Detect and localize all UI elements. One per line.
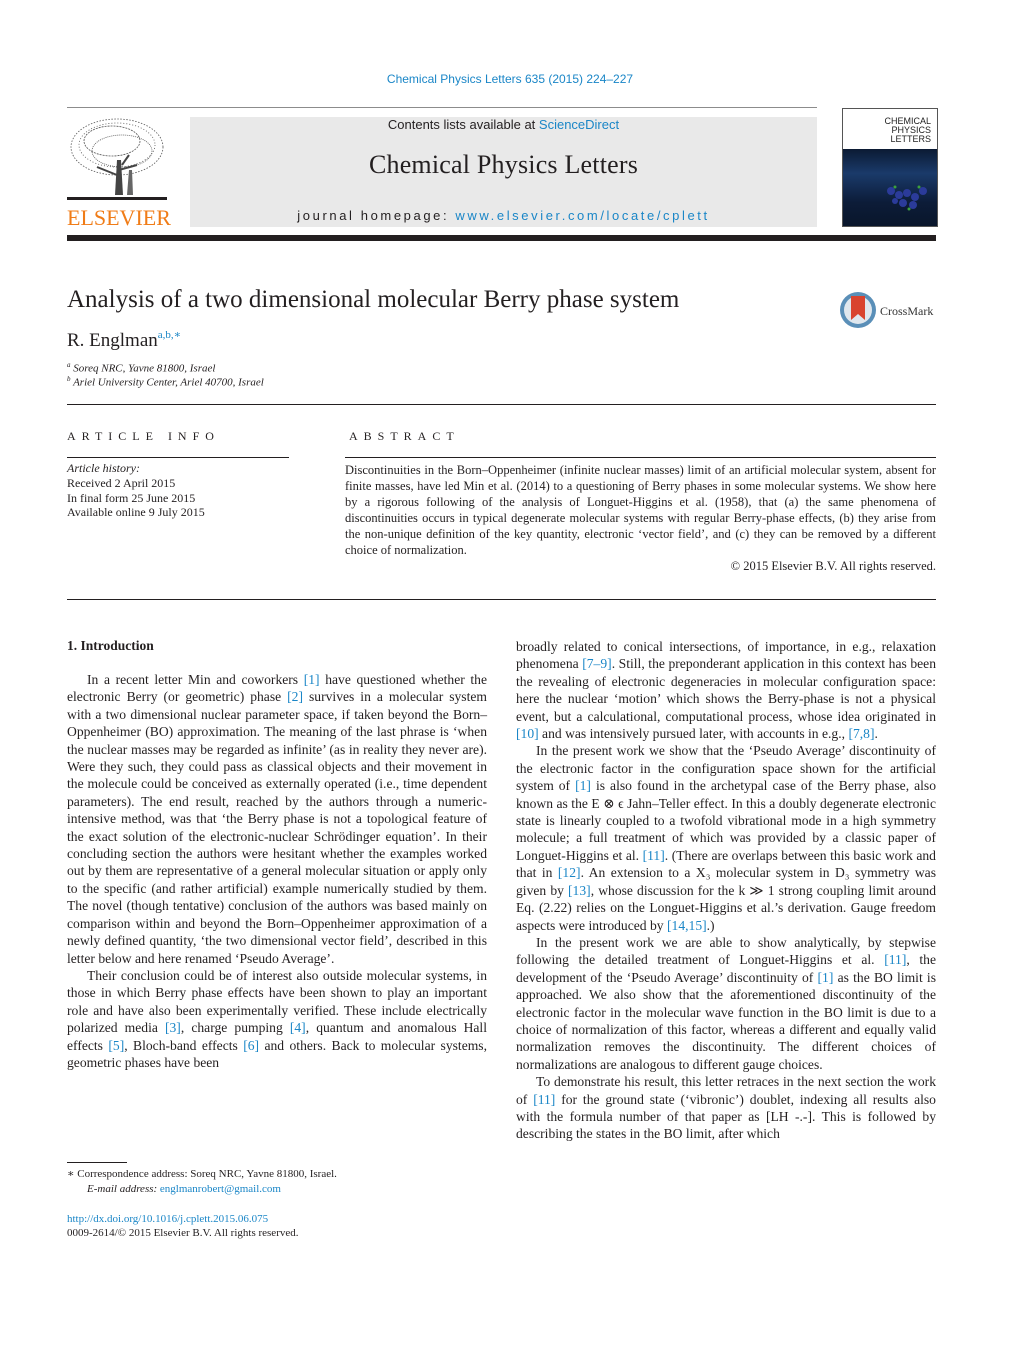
body-column-left: In a recent letter Min and coworkers [1]… (67, 671, 487, 1071)
citation-link[interactable]: [1] (818, 970, 834, 985)
affiliation-a: a Soreq NRC, Yavne 81800, Israel (67, 361, 216, 375)
received-date: Received 2 April 2015 (67, 475, 176, 490)
section-heading: 1. Introduction (67, 638, 154, 653)
journal-cover-image[interactable]: CHEMICAL PHYSICS LETTERS (842, 108, 938, 227)
paragraph-text: , Bloch-band effects (124, 1037, 244, 1053)
footnotes: ∗ Correspondence address: Soreq NRC, Yav… (67, 1167, 337, 1196)
divider (67, 599, 936, 600)
doi-block: http://dx.doi.org/10.1016/j.cplett.2015.… (67, 1212, 299, 1240)
journal-name: Chemical Physics Letters (368, 150, 639, 179)
doi-link[interactable]: http://dx.doi.org/10.1016/j.cplett.2015.… (67, 1212, 299, 1226)
citation-link[interactable]: [1] (575, 778, 591, 793)
citation-link[interactable]: [11] (884, 952, 906, 967)
journal-homepage: journal homepage: www.elsevier.com/locat… (190, 208, 817, 223)
citation-link[interactable]: [11] (533, 1092, 555, 1107)
cover-title: CHEMICAL PHYSICS LETTERS (884, 116, 931, 144)
tree-icon (67, 118, 167, 200)
citation-link[interactable]: [14,15] (667, 918, 707, 933)
citation-link[interactable]: [10] (516, 726, 539, 741)
paragraph-text: and was intensively pursued later, with … (538, 726, 849, 742)
contents-line: Contents lists available at ScienceDirec… (190, 117, 817, 132)
crossmark-icon: CrossMark (840, 292, 933, 328)
article-history: Article history: Received 2 April 2015 I… (67, 461, 205, 520)
article-info-heading: ARTICLE INFO (67, 429, 220, 443)
paragraph-text: .) (706, 917, 715, 933)
history-label: Article history: (67, 461, 140, 475)
citation-link[interactable]: [6] (243, 1038, 259, 1053)
author: R. Englman (67, 330, 158, 351)
citation-link[interactable]: [13] (568, 883, 591, 898)
crossmark-button[interactable]: CrossMark (838, 290, 938, 330)
paragraph: To demonstrate his result, this letter r… (516, 1073, 936, 1143)
sciencedirect-link[interactable]: ScienceDirect (539, 117, 619, 132)
paragraph-text: for the ground state (‘vibronic’) double… (516, 1091, 936, 1142)
citation-link[interactable]: [2] (287, 689, 303, 704)
homepage-link[interactable]: www.elsevier.com/locate/cplett (455, 208, 709, 223)
contents-prefix: Contents lists available at (387, 117, 539, 132)
paragraph-text: . (874, 726, 878, 742)
divider (67, 404, 936, 405)
paragraph-text: , charge pumping (180, 1020, 290, 1036)
paragraph: In the present work we are able to show … (516, 934, 936, 1073)
header-rule (67, 107, 817, 108)
correspondence-note: ∗ Correspondence address: Soreq NRC, Yav… (67, 1168, 337, 1180)
paragraph-text: In the present work we are able to show … (516, 934, 936, 968)
molecule-icon (887, 185, 927, 211)
body-column-right: broadly related to conical intersections… (516, 638, 936, 1143)
citation-link[interactable]: [12] (558, 865, 581, 880)
homepage-label: journal homepage: (297, 208, 456, 223)
crossmark-label: CrossMark (880, 304, 933, 318)
elsevier-wordmark: ELSEVIER (67, 205, 171, 230)
citation-link[interactable]: [7,8] (848, 726, 874, 741)
citation-link[interactable]: [7–9] (582, 656, 611, 671)
masthead-rule (67, 235, 936, 241)
journal-reference-link[interactable]: Chemical Physics Letters 635 (2015) 224–… (0, 72, 1020, 86)
email-line: E-mail address: englmanrobert@gmail.com (87, 1182, 281, 1195)
affiliation-b: b Ariel University Center, Ariel 40700, … (67, 375, 264, 389)
abstract-copyright: © 2015 Elsevier B.V. All rights reserved… (730, 559, 936, 573)
final-form-date: In final form 25 June 2015 (67, 490, 196, 505)
divider (345, 457, 936, 458)
citation-link[interactable]: [3] (165, 1020, 181, 1035)
footnote-rule (67, 1162, 127, 1163)
citation-link[interactable]: [5] (108, 1038, 124, 1053)
paragraph: broadly related to conical intersections… (516, 638, 936, 742)
author-name: R. Englmana,b,∗ (67, 328, 181, 352)
paragraph-text: survives in a molecular system with a tw… (67, 689, 487, 966)
abstract-text: Discontinuities in the Born–Oppenheimer … (345, 463, 936, 557)
paragraph: Their conclusion could be of interest al… (67, 967, 487, 1071)
author-affiliation-marks[interactable]: a,b,∗ (158, 329, 181, 341)
paragraph: In a recent letter Min and coworkers [1]… (67, 671, 487, 967)
issn-copyright: 0009-2614/© 2015 Elsevier B.V. All right… (67, 1227, 299, 1239)
article-title: Analysis of a two dimensional molecular … (67, 286, 680, 313)
paragraph: In the present work we show that the ‘Ps… (516, 742, 936, 933)
email-link[interactable]: englmanrobert@gmail.com (160, 1183, 281, 1195)
online-date: Available online 9 July 2015 (67, 505, 205, 520)
divider (67, 457, 289, 458)
paragraph-text: In a recent letter Min and coworkers (87, 672, 304, 687)
citation-link[interactable]: [4] (290, 1020, 306, 1035)
abstract-heading: ABSTRACT (349, 429, 460, 443)
paragraph-text: as the BO limit is approached. We also s… (516, 969, 937, 1072)
citation-link[interactable]: [11] (643, 848, 665, 863)
citation-link[interactable]: [1] (304, 672, 320, 687)
